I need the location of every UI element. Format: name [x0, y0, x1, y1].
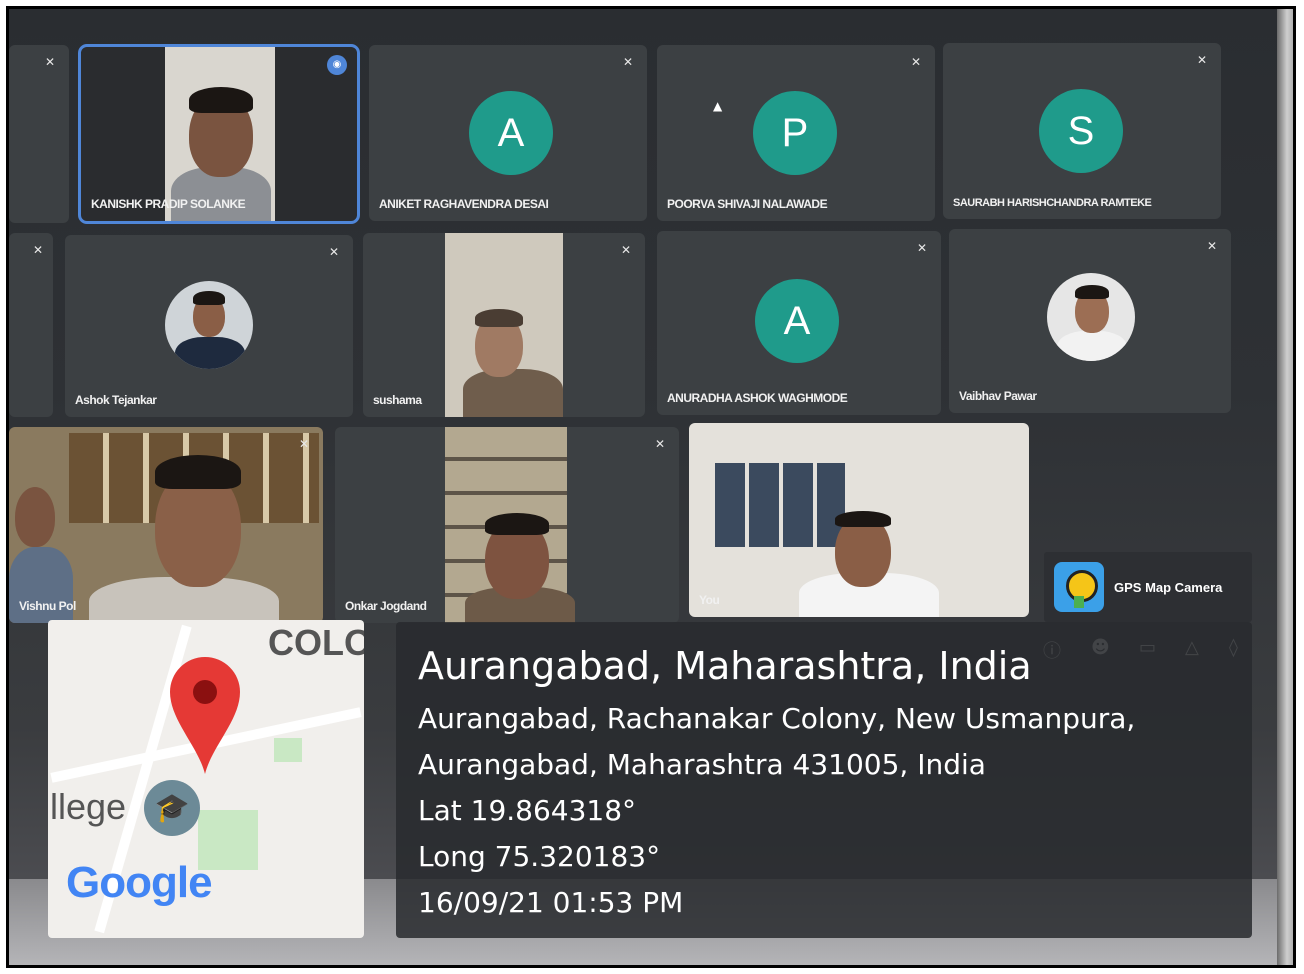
map-pin-icon [170, 657, 240, 774]
longitude: Long 75.320183° [418, 840, 661, 873]
participant-photo [1047, 273, 1135, 361]
mouse-cursor-icon: ▲ [713, 99, 723, 113]
participant-tile[interactable]: ✕ Vishnu Pol [9, 427, 323, 623]
mic-off-icon: ✕ [916, 241, 927, 255]
participant-name: SAURABH HARISHCHANDRA RAMTEKE [953, 197, 1152, 209]
camera-lens-icon [1054, 562, 1104, 612]
gps-app-badge: GPS Map Camera [1044, 552, 1252, 622]
mic-off-icon: ✕ [654, 437, 665, 451]
participant-tile[interactable]: ✕ A ANURADHA ASHOK WAGHMODE [657, 231, 941, 415]
participant-name: Onkar Jogdand [345, 599, 427, 613]
timestamp: 16/09/21 01:53 PM [418, 886, 684, 919]
mic-off-icon: ✕ [620, 243, 631, 257]
participant-tile-partial: ✕ [9, 233, 53, 417]
mic-off-icon: ✕ [1206, 239, 1217, 253]
map-green-area [274, 738, 302, 762]
participant-tile[interactable]: ◉ KANISHK PRADIP SOLANKE [78, 44, 360, 224]
mic-off-icon: ✕ [45, 55, 56, 69]
mic-off-icon: ✕ [910, 55, 921, 69]
mic-off-icon: ✕ [1196, 53, 1207, 67]
map-thumbnail: COLO llege 🎓 Google [48, 620, 364, 938]
location-title: Aurangabad, Maharashtra, India [418, 644, 1032, 688]
participant-name: Vishnu Pol [19, 599, 76, 613]
mic-off-icon: ✕ [298, 437, 309, 451]
participant-name: Ashok Tejankar [75, 393, 157, 407]
participant-tile[interactable]: ✕ ▲ P POORVA SHIVAJI NALAWADE [657, 45, 935, 221]
participant-tile-partial: ✕ [9, 45, 69, 223]
participant-tile[interactable]: ✕ A ANIKET RAGHAVENDRA DESAI [369, 45, 647, 221]
gps-app-name: GPS Map Camera [1114, 580, 1223, 595]
avatar: A [755, 279, 839, 363]
google-logo: Google [66, 858, 213, 907]
map-label-colony: COLO [268, 622, 364, 663]
address-line-2: Aurangabad, Maharashtra 431005, India [418, 748, 986, 781]
gps-info-panel: Aurangabad, Maharashtra, India Aurangaba… [396, 622, 1252, 938]
mic-off-icon: ✕ [622, 55, 633, 69]
participant-tile[interactable]: ✕ Ashok Tejankar [65, 235, 353, 417]
participant-name: Vaibhav Pawar [959, 389, 1037, 403]
participant-photo [165, 281, 253, 369]
participant-name: ANIKET RAGHAVENDRA DESAI [379, 197, 549, 211]
laptop-side-bezel [1277, 9, 1293, 965]
mic-off-icon: ✕ [33, 243, 44, 257]
participant-name: sushama [373, 393, 422, 407]
participant-tile[interactable]: You [689, 423, 1029, 617]
participant-tile[interactable]: ✕ S SAURABH HARISHCHANDRA RAMTEKE [943, 43, 1221, 219]
speaking-indicator-icon: ◉ [327, 55, 347, 75]
participant-tile[interactable]: ✕ Onkar Jogdand [335, 427, 679, 623]
participant-name: You [699, 593, 720, 607]
address-line-1: Aurangabad, Rachanakar Colony, New Usman… [418, 702, 1136, 735]
latitude: Lat 19.864318° [418, 794, 637, 827]
graduation-cap-icon: 🎓 [144, 780, 200, 836]
map-label-college: llege [50, 786, 127, 827]
avatar: P [753, 91, 837, 175]
participant-name: POORVA SHIVAJI NALAWADE [667, 197, 828, 211]
avatar: A [469, 91, 553, 175]
avatar: S [1039, 89, 1123, 173]
participant-tile[interactable]: ✕ Vaibhav Pawar [949, 229, 1231, 413]
mic-off-icon: ✕ [328, 245, 339, 259]
wall-board [715, 463, 845, 547]
participant-name: KANISHK PRADIP SOLANKE [91, 197, 246, 211]
participant-name: ANURADHA ASHOK WAGHMODE [667, 391, 848, 405]
participant-tile[interactable]: ✕ sushama [363, 233, 645, 417]
